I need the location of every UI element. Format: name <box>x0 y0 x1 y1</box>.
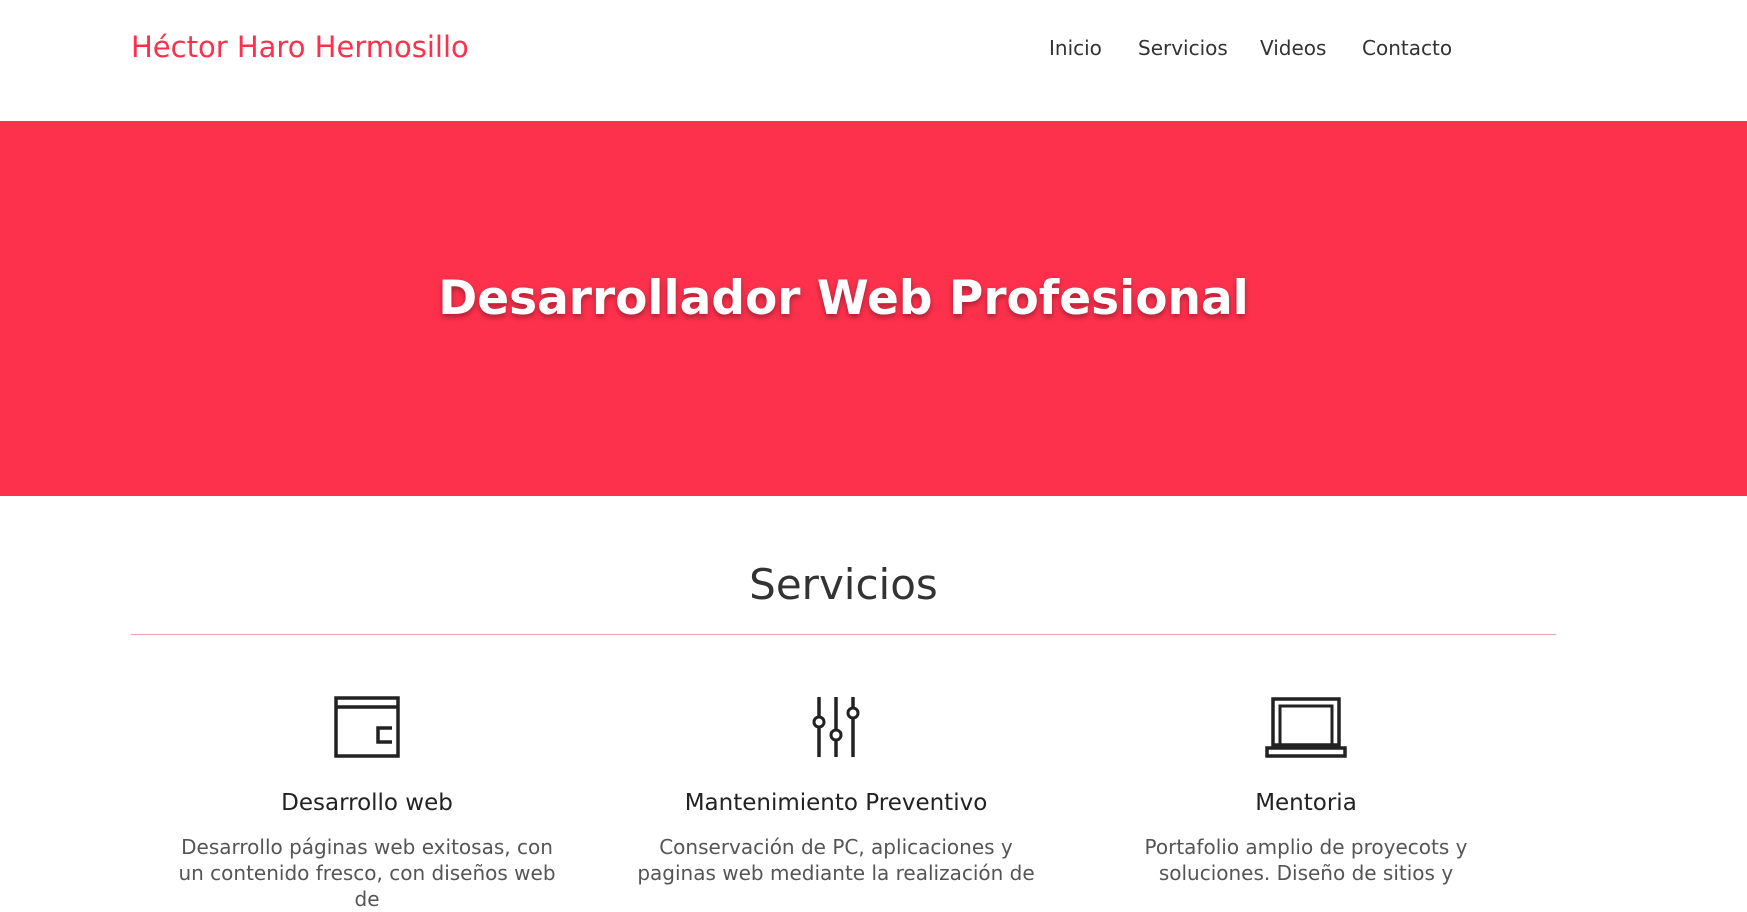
navbar: Héctor Haro Hermosillo Inicio Servicios … <box>0 0 1747 121</box>
wallet-icon <box>322 692 412 762</box>
nav-menu: Inicio Servicios Videos Contacto <box>0 36 1747 66</box>
nav-link-inicio[interactable]: Inicio <box>1049 36 1102 60</box>
nav-link-servicios[interactable]: Servicios <box>1138 36 1228 60</box>
service-title: Desarrollo web <box>281 790 453 816</box>
hero-title: Desarrollador Web Profesional <box>438 271 1249 326</box>
laptop-icon <box>1261 692 1351 762</box>
service-description: Portafolio amplio de proyecots y solucio… <box>1144 835 1468 885</box>
hero-banner: Desarrollador Web Profesional <box>0 121 1747 496</box>
nav-link-videos[interactable]: Videos <box>1260 36 1326 60</box>
sliders-icon <box>791 692 881 762</box>
service-title: Mantenimiento Preventivo <box>684 790 988 816</box>
nav-link-contacto[interactable]: Contacto <box>1362 36 1452 60</box>
service-title: Mentoria <box>1255 790 1357 816</box>
section-divider <box>131 634 1556 635</box>
service-description: Conservación de PC, aplicaciones y pagin… <box>637 835 1035 885</box>
service-description: Desarrollo páginas web exitosas, con un … <box>178 835 556 911</box>
services-section-title: Servicios <box>749 560 938 609</box>
